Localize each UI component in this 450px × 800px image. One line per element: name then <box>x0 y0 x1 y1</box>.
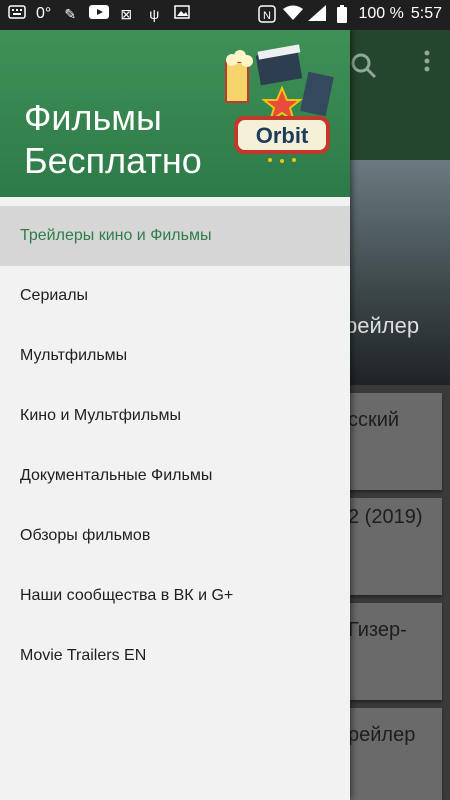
brush-icon: ✎ <box>64 6 77 22</box>
signal-icon <box>308 5 327 23</box>
svg-text:N: N <box>263 10 271 22</box>
drawer-menu: Трейлеры кино и Фильмы Сериалы Мультфиль… <box>0 206 350 686</box>
drawer-header: Фильмы Бесплатно Orbit <box>0 30 350 197</box>
menu-item-label: Movie Trailers EN <box>20 647 147 664</box>
menu-item-movies-and-cartoons[interactable]: Кино и Мультфильмы <box>0 386 350 446</box>
navigation-drawer: Фильмы Бесплатно Orbit Трейлеры кино и Ф… <box>0 30 350 800</box>
featured-video-thumbnail[interactable] <box>350 160 450 385</box>
usb-icon: ψ <box>149 6 160 22</box>
wifi-icon <box>283 5 304 23</box>
menu-item-label: Обзоры фильмов <box>20 527 151 544</box>
status-bar: 0° ✎ ⊠ ψ N 100 % 5:57 <box>0 0 450 30</box>
battery-percent: 100 % <box>358 5 404 22</box>
video-card[interactable]: сский <box>348 393 442 490</box>
menu-item-label: Кино и Мультфильмы <box>20 407 181 424</box>
overflow-menu-icon[interactable] <box>424 50 430 79</box>
logo-text: Orbit <box>256 123 309 148</box>
video-card[interactable]: 2 (2019) <box>348 498 442 595</box>
featured-video-title: рейлер <box>345 313 420 338</box>
menu-item-label: Трейлеры кино и Фильмы <box>20 227 212 244</box>
video-card-title: Гизер- <box>348 619 407 641</box>
search-icon[interactable] <box>350 52 378 87</box>
video-card[interactable]: Гизер- <box>348 603 442 700</box>
menu-item-cartoons[interactable]: Мультфильмы <box>0 326 350 386</box>
keyboard-icon <box>8 5 26 23</box>
menu-item-documentaries[interactable]: Документальные Фильмы <box>0 446 350 506</box>
menu-item-trailers[interactable]: Трейлеры кино и Фильмы <box>0 206 350 266</box>
temperature-text: 0° <box>36 5 52 22</box>
nfc-icon: N <box>258 5 277 23</box>
menu-item-communities[interactable]: Наши сообщества в ВК и G+ <box>0 566 350 626</box>
battery-icon <box>333 5 351 23</box>
image-icon <box>173 5 191 23</box>
menu-item-label: Документальные Фильмы <box>20 467 213 484</box>
menu-item-series[interactable]: Сериалы <box>0 266 350 326</box>
menu-item-reviews[interactable]: Обзоры фильмов <box>0 506 350 566</box>
video-card-title: сский <box>348 409 400 431</box>
video-card[interactable]: рейлер <box>348 708 442 800</box>
clock: 5:57 <box>410 5 442 22</box>
youtube-icon <box>89 5 110 23</box>
menu-item-label: Сериалы <box>20 287 89 304</box>
menu-item-trailers-en[interactable]: Movie Trailers EN <box>0 626 350 686</box>
no-signal-icon: ⊠ <box>120 6 133 22</box>
menu-item-label: Мультфильмы <box>20 347 128 364</box>
video-card-title: 2 (2019) <box>348 506 423 528</box>
video-card-title: рейлер <box>348 724 416 746</box>
menu-item-label: Наши сообщества в ВК и G+ <box>20 587 234 604</box>
orbit-logo: Orbit <box>224 44 342 164</box>
